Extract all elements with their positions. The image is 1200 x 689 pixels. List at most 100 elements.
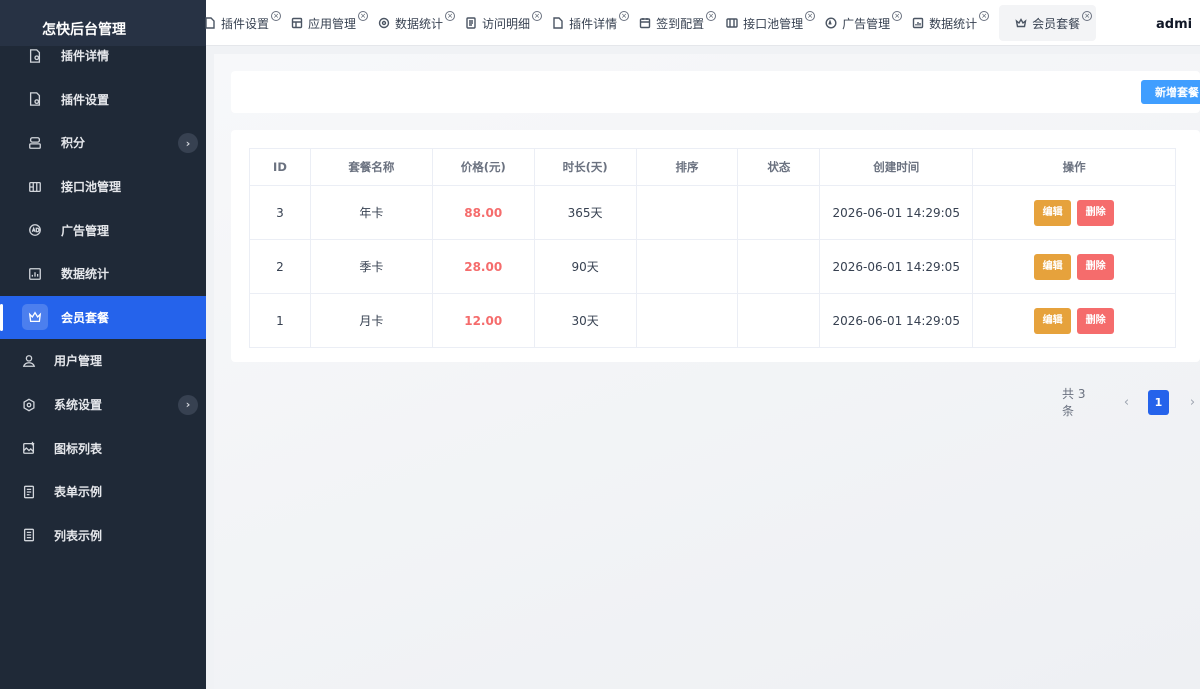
edit-button[interactable]: 编辑 <box>1034 307 1072 334</box>
sidebar-item-form-example[interactable]: 表单示例 <box>0 470 206 514</box>
sidebar-item-api-pool[interactable]: 接口池管理 <box>0 165 206 209</box>
user-name[interactable]: admi <box>1156 0 1200 46</box>
cell-id: 1 <box>249 293 311 348</box>
tab-label: 数据统计 <box>395 16 444 31</box>
sidebar: 插件详情 插件设置 积分 › 接口池管理 广告管理 数据统计 会员套餐 用户管理… <box>0 0 206 689</box>
sidebar-item-plugin-settings[interactable]: 插件设置 <box>0 78 206 122</box>
sidebar-item-ads[interactable]: 广告管理 <box>0 208 206 252</box>
cell-actions: 编辑 删除 <box>972 239 1176 294</box>
pagination-total: 共 3 条 <box>1062 387 1086 418</box>
file-settings-icon <box>22 86 48 112</box>
sidebar-item-label: 接口池管理 <box>61 180 122 195</box>
column-header-status: 状态 <box>737 148 821 186</box>
tab-label: 访问明细 <box>482 16 531 31</box>
ad-icon <box>22 217 48 243</box>
file-gear-icon <box>22 43 48 69</box>
cell-name: 年卡 <box>309 185 433 240</box>
tabs: 插件设置 × 应用管理 × 数据统计 × 访问明细 × 插件详情 × 签到配置 … <box>204 0 1102 46</box>
page-number-current[interactable]: 1 <box>1147 389 1169 415</box>
api-pool-icon <box>726 17 738 29</box>
tab-label: 广告管理 <box>842 16 891 31</box>
tab-ads[interactable]: 广告管理 × <box>825 0 906 46</box>
ad-icon <box>825 17 837 29</box>
cell-sort <box>635 293 739 348</box>
user-icon <box>16 348 42 374</box>
delete-button[interactable]: 删除 <box>1077 199 1115 226</box>
table-row: 1 月卡 12.00 30天 2026-06-01 14:29:05 编辑 删除 <box>249 293 1176 348</box>
tab-label: 插件详情 <box>569 16 618 31</box>
sidebar-item-users[interactable]: 用户管理 <box>0 339 206 383</box>
cell-sort <box>635 239 739 294</box>
tab-checkin-config[interactable]: 签到配置 × <box>639 0 720 46</box>
cell-price: 28.00 <box>431 239 535 294</box>
sidebar-item-stats[interactable]: 数据统计 <box>0 252 206 296</box>
edit-button[interactable]: 编辑 <box>1034 199 1072 226</box>
close-icon[interactable]: × <box>1082 11 1093 21</box>
crown-icon <box>22 304 48 331</box>
cell-created: 2026-06-01 14:29:05 <box>819 239 974 294</box>
chevron-right-icon[interactable]: › <box>178 133 198 154</box>
tab-membership[interactable]: 会员套餐 × <box>999 5 1097 41</box>
tab-plugin-settings[interactable]: 插件设置 × <box>204 0 285 46</box>
table-row: 2 季卡 28.00 90天 2026-06-01 14:29:05 编辑 删除 <box>249 239 1176 294</box>
sidebar-item-system-settings[interactable]: 系统设置 › <box>0 383 206 427</box>
sidebar-item-label: 表单示例 <box>54 485 103 500</box>
next-page-icon[interactable]: › <box>1185 395 1200 410</box>
tab-visit-detail[interactable]: 访问明细 × <box>465 0 546 46</box>
sidebar-item-label: 插件设置 <box>61 92 110 107</box>
cell-duration: 365天 <box>533 185 637 240</box>
toolbar: 新增套餐 <box>231 71 1200 113</box>
cell-status <box>737 293 821 348</box>
tab-label: 数据统计 <box>929 16 978 31</box>
cell-created: 2026-06-01 14:29:05 <box>819 293 974 348</box>
column-header-sort: 排序 <box>635 148 739 186</box>
delete-button[interactable]: 删除 <box>1077 307 1115 334</box>
prev-page-icon[interactable]: ‹ <box>1119 395 1134 410</box>
tab-data-stats[interactable]: 数据统计 × <box>378 0 459 46</box>
tab-label: 签到配置 <box>656 16 705 31</box>
package-table: ID 套餐名称 价格(元) 时长(天) 排序 状态 创建时间 操作 3 年卡 8… <box>249 148 1176 348</box>
table-row: 3 年卡 88.00 365天 2026-06-01 14:29:05 编辑 删除 <box>249 185 1176 240</box>
sidebar-item-label: 会员套餐 <box>61 310 110 325</box>
sidebar-nav: 插件详情 插件设置 积分 › 接口池管理 广告管理 数据统计 会员套餐 用户管理… <box>0 34 206 557</box>
cell-duration: 30天 <box>533 293 637 348</box>
close-icon[interactable]: × <box>532 11 543 21</box>
cell-name: 月卡 <box>309 293 433 348</box>
sidebar-item-icon-list[interactable]: 图标列表 <box>0 426 206 470</box>
add-package-button[interactable]: 新增套餐 <box>1141 80 1200 104</box>
tab-label: 应用管理 <box>308 16 357 31</box>
close-icon[interactable]: × <box>271 11 282 21</box>
api-pool-icon <box>22 174 48 200</box>
close-icon[interactable]: × <box>358 11 369 21</box>
close-icon[interactable]: × <box>445 11 456 21</box>
cell-actions: 编辑 删除 <box>972 293 1176 348</box>
chart-icon <box>912 17 924 29</box>
calendar-icon <box>639 17 651 29</box>
tab-plugin-detail[interactable]: 插件详情 × <box>552 0 633 46</box>
sidebar-item-membership[interactable]: 会员套餐 <box>0 295 206 340</box>
doc-icon <box>465 17 477 29</box>
file-settings-icon <box>204 17 216 29</box>
close-icon[interactable]: × <box>706 11 717 21</box>
chart-icon <box>22 261 48 287</box>
tab-api-pool[interactable]: 接口池管理 × <box>726 0 819 46</box>
column-header-price: 价格(元) <box>431 148 535 186</box>
tab-app-management[interactable]: 应用管理 × <box>291 0 372 46</box>
edit-button[interactable]: 编辑 <box>1034 253 1072 280</box>
cell-duration: 90天 <box>533 239 637 294</box>
sidebar-item-label: 插件详情 <box>61 49 110 64</box>
sidebar-item-points[interactable]: 积分 › <box>0 121 206 165</box>
tab-data-stats-2[interactable]: 数据统计 × <box>912 0 993 46</box>
tab-label: 插件设置 <box>221 16 270 31</box>
pagination: 共 3 条 ‹ 1 › <box>1062 387 1200 418</box>
column-header-created: 创建时间 <box>819 148 974 186</box>
cell-status <box>737 185 821 240</box>
chevron-right-icon[interactable]: › <box>178 394 198 415</box>
sidebar-item-list-example[interactable]: 列表示例 <box>0 514 206 558</box>
delete-button[interactable]: 删除 <box>1077 253 1115 280</box>
points-icon <box>22 130 48 156</box>
close-icon[interactable]: × <box>979 11 990 21</box>
close-icon[interactable]: × <box>619 11 630 21</box>
close-icon[interactable]: × <box>892 11 903 21</box>
close-icon[interactable]: × <box>805 11 816 21</box>
